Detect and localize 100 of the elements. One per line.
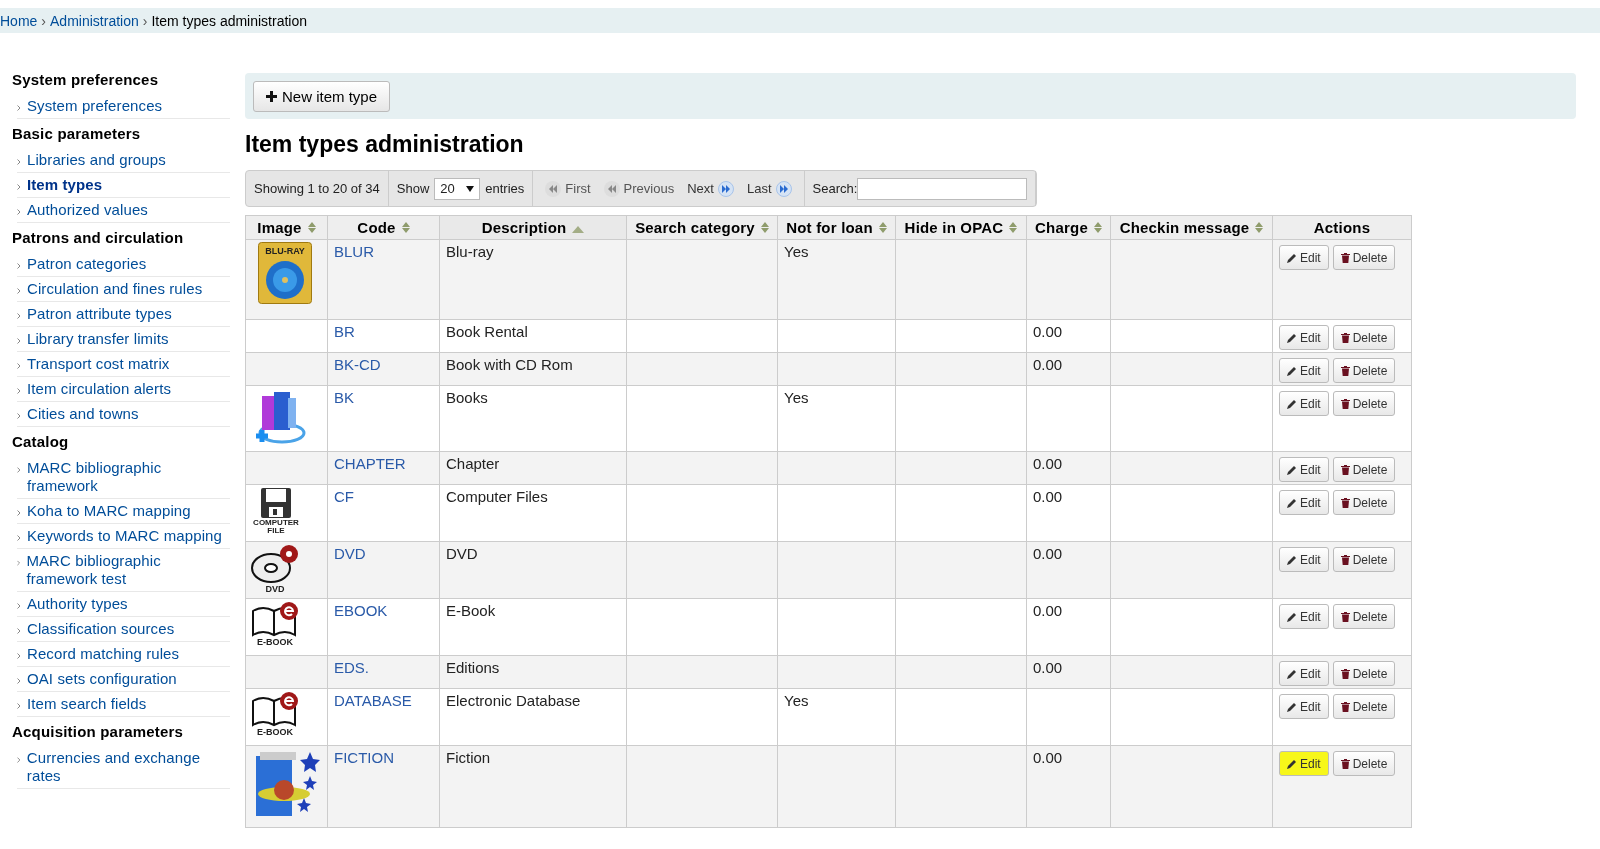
- chevron-icon: [17, 653, 21, 659]
- chevron-icon: [17, 338, 21, 344]
- edit-button[interactable]: Edit: [1279, 358, 1329, 383]
- open-book-icon: [251, 691, 299, 727]
- chevron-icon: [17, 413, 21, 419]
- trash-icon: [1340, 701, 1350, 712]
- page-size-select[interactable]: 20: [434, 177, 481, 200]
- disc-icon: [251, 544, 299, 584]
- edit-button[interactable]: Edit: [1279, 245, 1329, 270]
- chevron-icon: [17, 363, 21, 369]
- dropdown-arrow-icon: [466, 185, 475, 192]
- pencil-icon: [1287, 398, 1297, 409]
- column-header[interactable]: Hide in OPAC: [895, 215, 1027, 240]
- item-type-code-link[interactable]: BR: [334, 323, 355, 340]
- edit-button[interactable]: Edit: [1279, 547, 1329, 572]
- sidebar-link[interactable]: Library transfer limits: [27, 330, 169, 348]
- edit-button[interactable]: Edit: [1279, 694, 1329, 719]
- item-type-code-link[interactable]: EDS.: [334, 659, 369, 676]
- sidebar-link[interactable]: MARC bibliographic framework test: [26, 552, 230, 588]
- delete-button[interactable]: Delete: [1332, 391, 1396, 416]
- delete-button[interactable]: Delete: [1332, 694, 1396, 719]
- open-book-icon: [251, 601, 299, 637]
- delete-button[interactable]: Delete: [1332, 490, 1396, 515]
- item-type-code-link[interactable]: DVD: [334, 545, 366, 562]
- chevron-icon: [17, 184, 21, 190]
- column-header[interactable]: Code: [327, 215, 440, 240]
- trash-icon: [1340, 554, 1350, 565]
- new-item-type-button[interactable]: New item type: [253, 81, 391, 112]
- table-cell: DVD: [446, 545, 478, 562]
- delete-button[interactable]: Delete: [1332, 245, 1396, 270]
- item-type-code-link[interactable]: BK: [334, 389, 354, 406]
- delete-button[interactable]: Delete: [1332, 604, 1396, 629]
- sidebar-link[interactable]: Authorized values: [27, 201, 148, 219]
- edit-button[interactable]: Edit: [1279, 751, 1329, 776]
- delete-button[interactable]: Delete: [1332, 325, 1396, 350]
- pencil-icon: [1287, 252, 1297, 263]
- search-field[interactable]: [857, 177, 1028, 200]
- edit-button[interactable]: Edit: [1279, 604, 1329, 629]
- chevron-icon: [17, 209, 21, 215]
- item-type-code-link[interactable]: FICTION: [334, 749, 394, 766]
- item-type-code-link[interactable]: EBOOK: [334, 602, 388, 619]
- sidebar-link[interactable]: Patron categories: [27, 255, 147, 273]
- sidebar-link[interactable]: Libraries and groups: [27, 151, 166, 169]
- sidebar-link[interactable]: OAI sets configuration: [27, 670, 177, 688]
- edit-button[interactable]: Edit: [1279, 490, 1329, 515]
- chevron-icon: [17, 510, 21, 516]
- sidebar-link[interactable]: MARC bibliographic framework: [26, 459, 230, 495]
- breadcrumb-link[interactable]: Administration: [50, 12, 139, 29]
- sidebar-link[interactable]: Transport cost matrix: [27, 355, 170, 373]
- sidebar-link[interactable]: Record matching rules: [27, 645, 180, 663]
- icon-caption: E-BOOK: [257, 727, 293, 737]
- chevron-icon: [17, 757, 21, 763]
- pencil-icon: [1287, 497, 1297, 508]
- sidebar-link[interactable]: Patron attribute types: [27, 305, 172, 323]
- sidebar-link[interactable]: Item circulation alerts: [27, 380, 172, 398]
- pencil-icon: [1287, 668, 1297, 679]
- pencil-icon: [1287, 611, 1297, 622]
- trash-icon: [1340, 611, 1350, 622]
- chevron-icon: [17, 313, 21, 319]
- column-header[interactable]: Image: [245, 215, 328, 240]
- chevron-icon: [17, 263, 21, 269]
- sidebar-link[interactable]: Item types: [27, 176, 103, 194]
- column-header[interactable]: Not for loan: [777, 215, 896, 240]
- column-header[interactable]: Description: [439, 215, 627, 240]
- sidebar-link[interactable]: Classification sources: [27, 620, 175, 638]
- sidebar-link[interactable]: System preferences: [27, 97, 163, 115]
- pencil-icon: [1287, 464, 1297, 475]
- pencil-icon: [1287, 554, 1297, 565]
- item-type-code-link[interactable]: BLUR: [334, 243, 374, 260]
- table-cell: Editions: [446, 659, 500, 676]
- sidebar-link[interactable]: Circulation and fines rules: [27, 280, 203, 298]
- sort-icon: [401, 224, 410, 235]
- sidebar-link[interactable]: Cities and towns: [27, 405, 139, 423]
- chevron-icon: [17, 560, 21, 566]
- edit-button[interactable]: Edit: [1279, 391, 1329, 416]
- column-header[interactable]: Checkin message: [1110, 215, 1273, 240]
- sidebar-heading: Basic parameters: [12, 124, 142, 144]
- sidebar-link[interactable]: Keywords to MARC mapping: [27, 527, 222, 545]
- breadcrumb-link[interactable]: Home: [0, 12, 38, 29]
- column-header[interactable]: Search category: [626, 215, 778, 240]
- table-cell: Fiction: [446, 749, 491, 766]
- pager-button[interactable]: Last: [742, 180, 796, 197]
- delete-button[interactable]: Delete: [1332, 751, 1396, 776]
- column-header[interactable]: Charge: [1026, 215, 1111, 240]
- sidebar-link[interactable]: Koha to MARC mapping: [27, 502, 191, 520]
- sort-icon: [572, 224, 585, 235]
- sidebar-link[interactable]: Item search fields: [27, 695, 147, 713]
- sidebar-link[interactable]: Currencies and exchange rates: [26, 749, 230, 785]
- delete-button[interactable]: Delete: [1332, 358, 1396, 383]
- delete-button[interactable]: Delete: [1332, 661, 1396, 686]
- edit-button[interactable]: Edit: [1279, 457, 1329, 482]
- pencil-icon: [1287, 365, 1297, 376]
- edit-button[interactable]: Edit: [1279, 661, 1329, 686]
- edit-button[interactable]: Edit: [1279, 325, 1329, 350]
- delete-button[interactable]: Delete: [1332, 457, 1396, 482]
- sort-icon: [760, 224, 769, 235]
- sidebar-link[interactable]: Authority types: [27, 595, 128, 613]
- delete-button[interactable]: Delete: [1332, 547, 1396, 572]
- pager-button[interactable]: Next: [683, 180, 738, 197]
- item-type-code-link[interactable]: CF: [334, 488, 354, 505]
